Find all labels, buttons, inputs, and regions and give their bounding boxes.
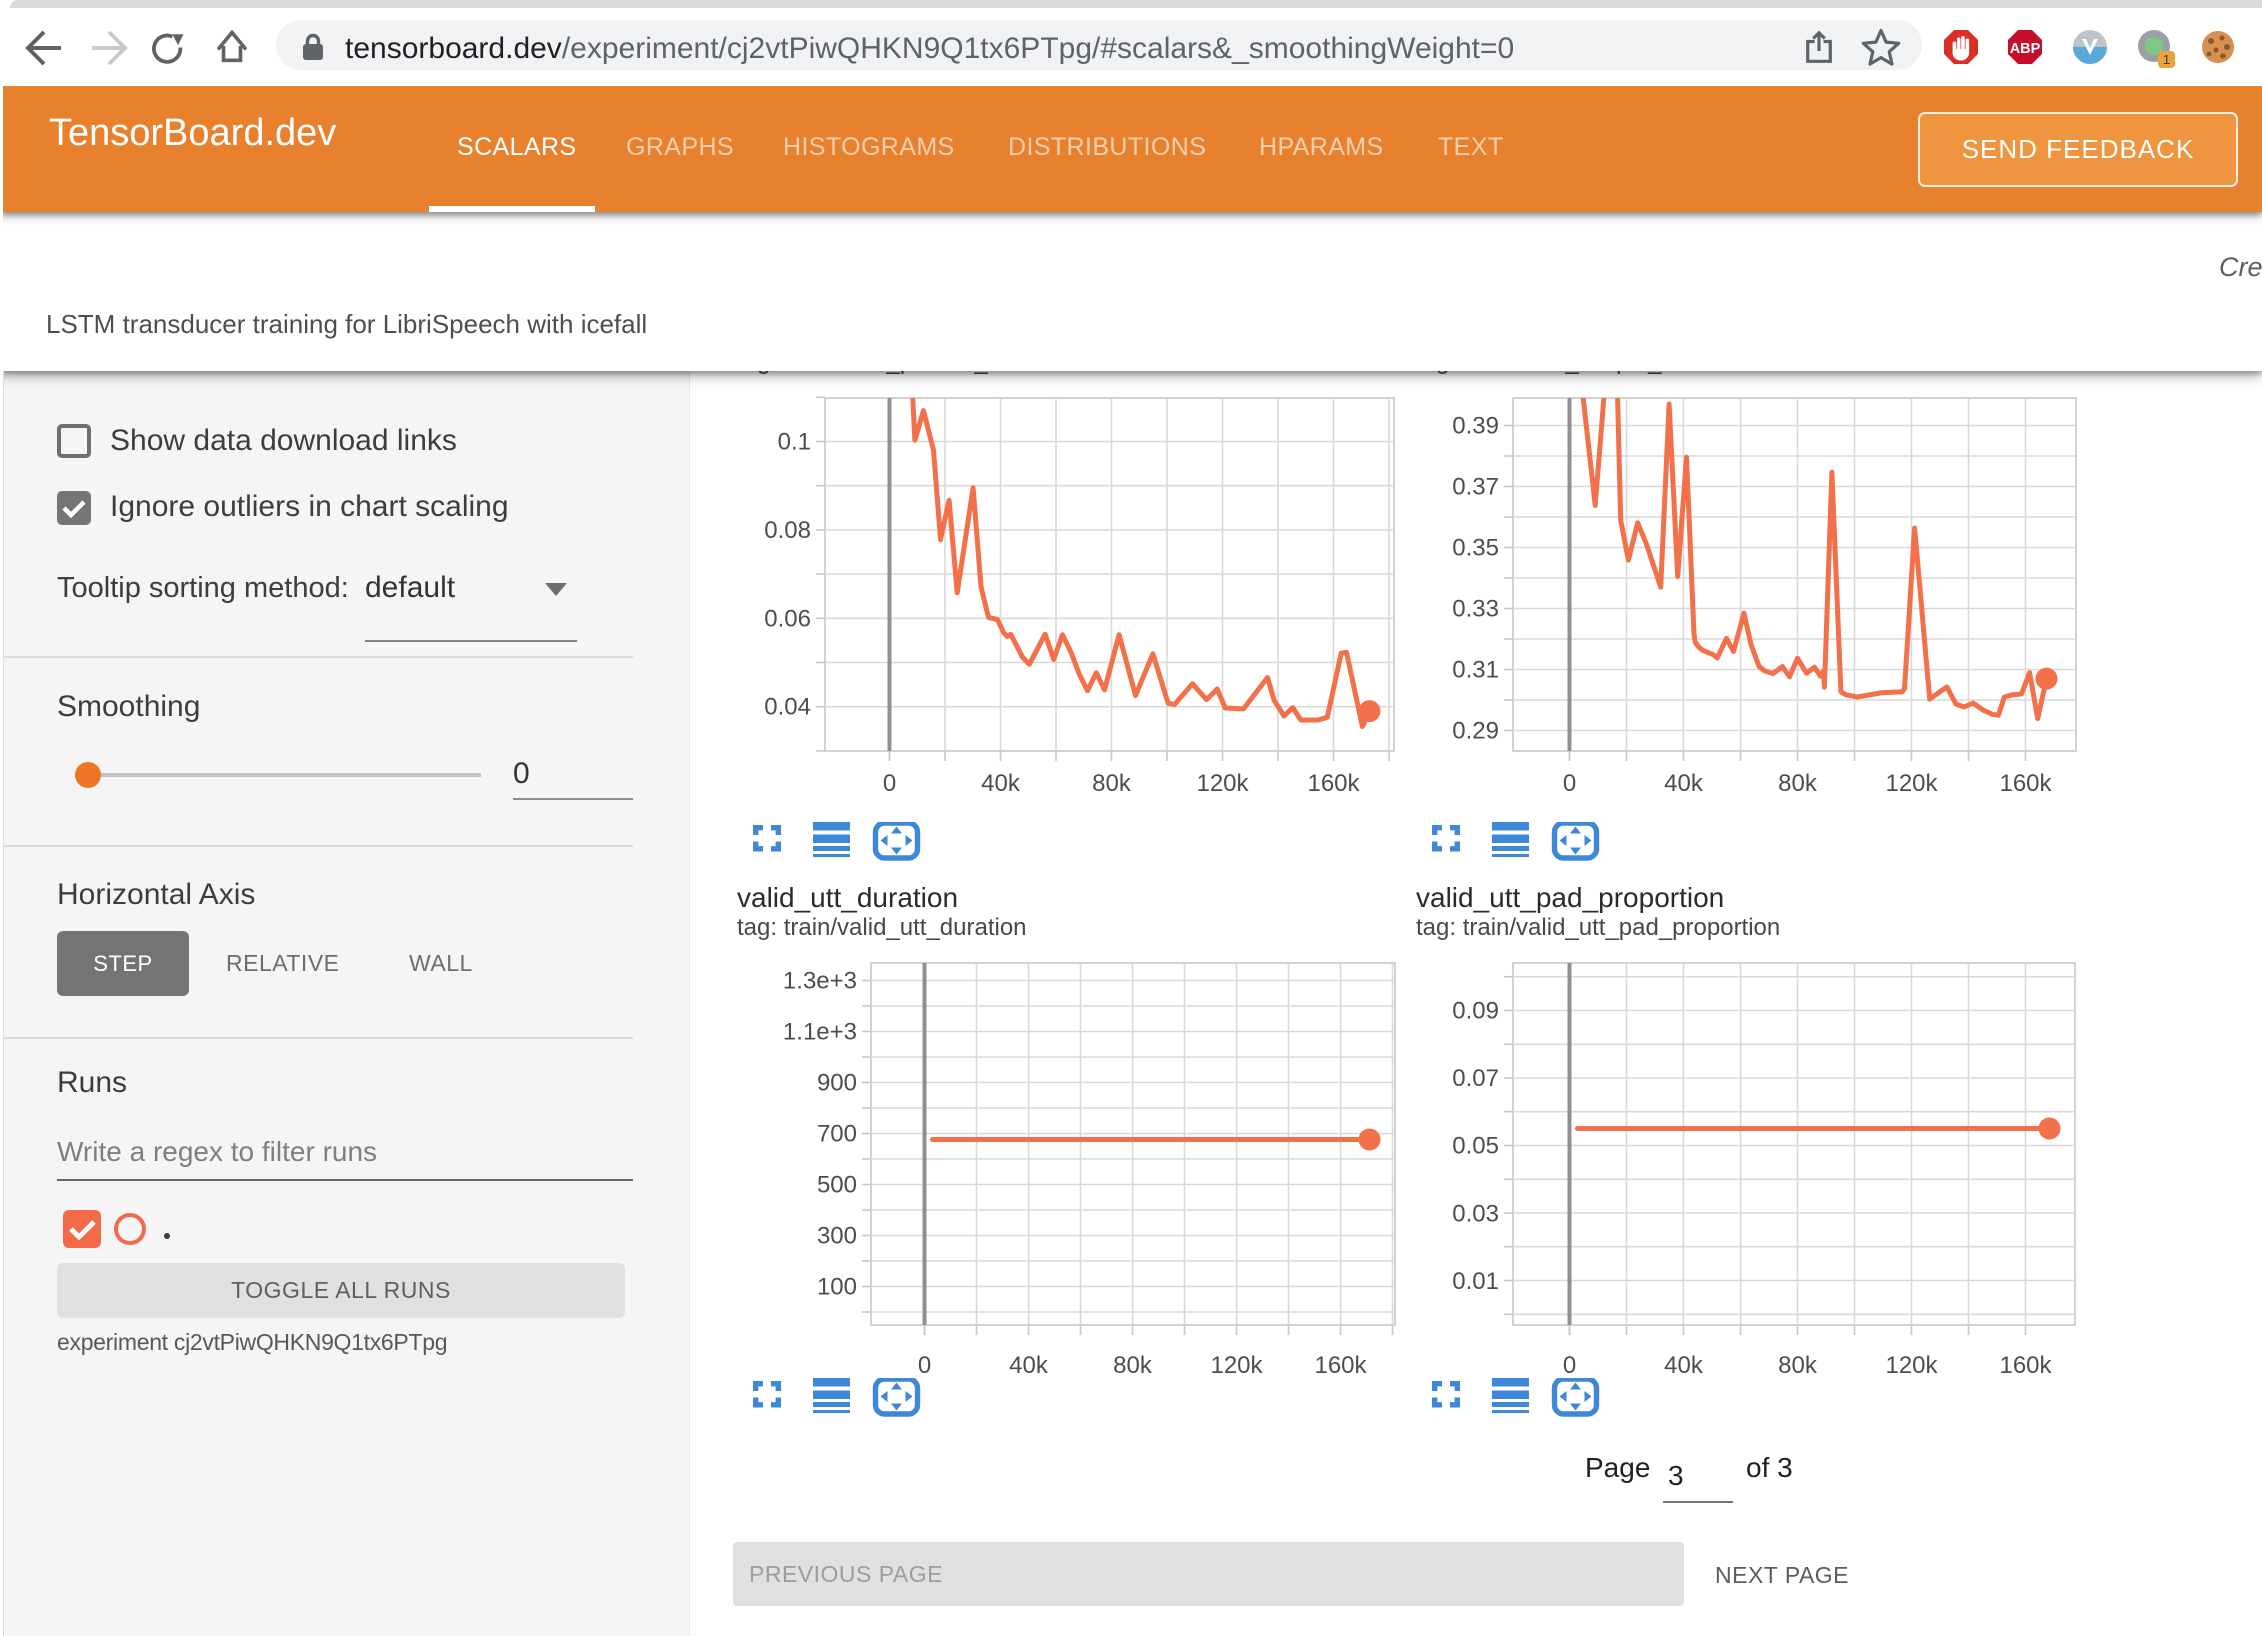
svg-text:80k: 80k: [1113, 1352, 1153, 1379]
svg-text:0.09: 0.09: [1452, 997, 1499, 1024]
svg-text:0.37: 0.37: [1452, 473, 1499, 500]
svg-text:0.01: 0.01: [1452, 1268, 1499, 1295]
svg-text:160k: 160k: [1999, 1352, 2052, 1379]
svg-text:120k: 120k: [1885, 1352, 1938, 1379]
svg-text:1: 1: [2163, 52, 2170, 67]
svg-text:1.1e+3: 1.1e+3: [782, 1018, 856, 1045]
svg-text:0.39: 0.39: [1452, 412, 1499, 439]
svg-text:40k: 40k: [981, 770, 1021, 797]
svg-text:160k: 160k: [1314, 1352, 1367, 1379]
svg-text:0.05: 0.05: [1452, 1132, 1499, 1159]
svg-text:40k: 40k: [1009, 1352, 1049, 1379]
svg-text:300: 300: [816, 1222, 856, 1249]
svg-text:40k: 40k: [1664, 770, 1704, 797]
svg-text:0.06: 0.06: [764, 605, 811, 632]
svg-text:120k: 120k: [1196, 770, 1249, 797]
svg-text:80k: 80k: [1778, 1352, 1818, 1379]
svg-text:ABP: ABP: [2010, 41, 2041, 57]
svg-text:0.03: 0.03: [1452, 1200, 1499, 1227]
svg-text:0.04: 0.04: [764, 693, 811, 720]
svg-text:0.35: 0.35: [1452, 534, 1499, 561]
svg-text:80k: 80k: [1092, 770, 1132, 797]
svg-text:120k: 120k: [1210, 1352, 1263, 1379]
svg-text:160k: 160k: [1999, 770, 2052, 797]
svg-text:0.1: 0.1: [777, 428, 810, 455]
svg-text:0: 0: [882, 770, 895, 797]
svg-text:0.33: 0.33: [1452, 595, 1499, 622]
svg-text:900: 900: [816, 1069, 856, 1096]
svg-text:0.31: 0.31: [1452, 656, 1499, 683]
svg-text:120k: 120k: [1885, 770, 1938, 797]
svg-text:0.07: 0.07: [1452, 1065, 1499, 1092]
svg-text:1.3e+3: 1.3e+3: [782, 967, 856, 994]
svg-text:0: 0: [1562, 1352, 1575, 1379]
svg-text:500: 500: [816, 1171, 856, 1198]
svg-text:700: 700: [816, 1120, 856, 1147]
svg-text:40k: 40k: [1664, 1352, 1704, 1379]
svg-text:80k: 80k: [1778, 770, 1818, 797]
svg-text:160k: 160k: [1307, 770, 1360, 797]
svg-text:100: 100: [816, 1273, 856, 1300]
svg-text:0: 0: [917, 1352, 930, 1379]
svg-text:0.29: 0.29: [1452, 717, 1499, 744]
svg-text:0.08: 0.08: [764, 516, 811, 543]
svg-text:0: 0: [1562, 770, 1575, 797]
